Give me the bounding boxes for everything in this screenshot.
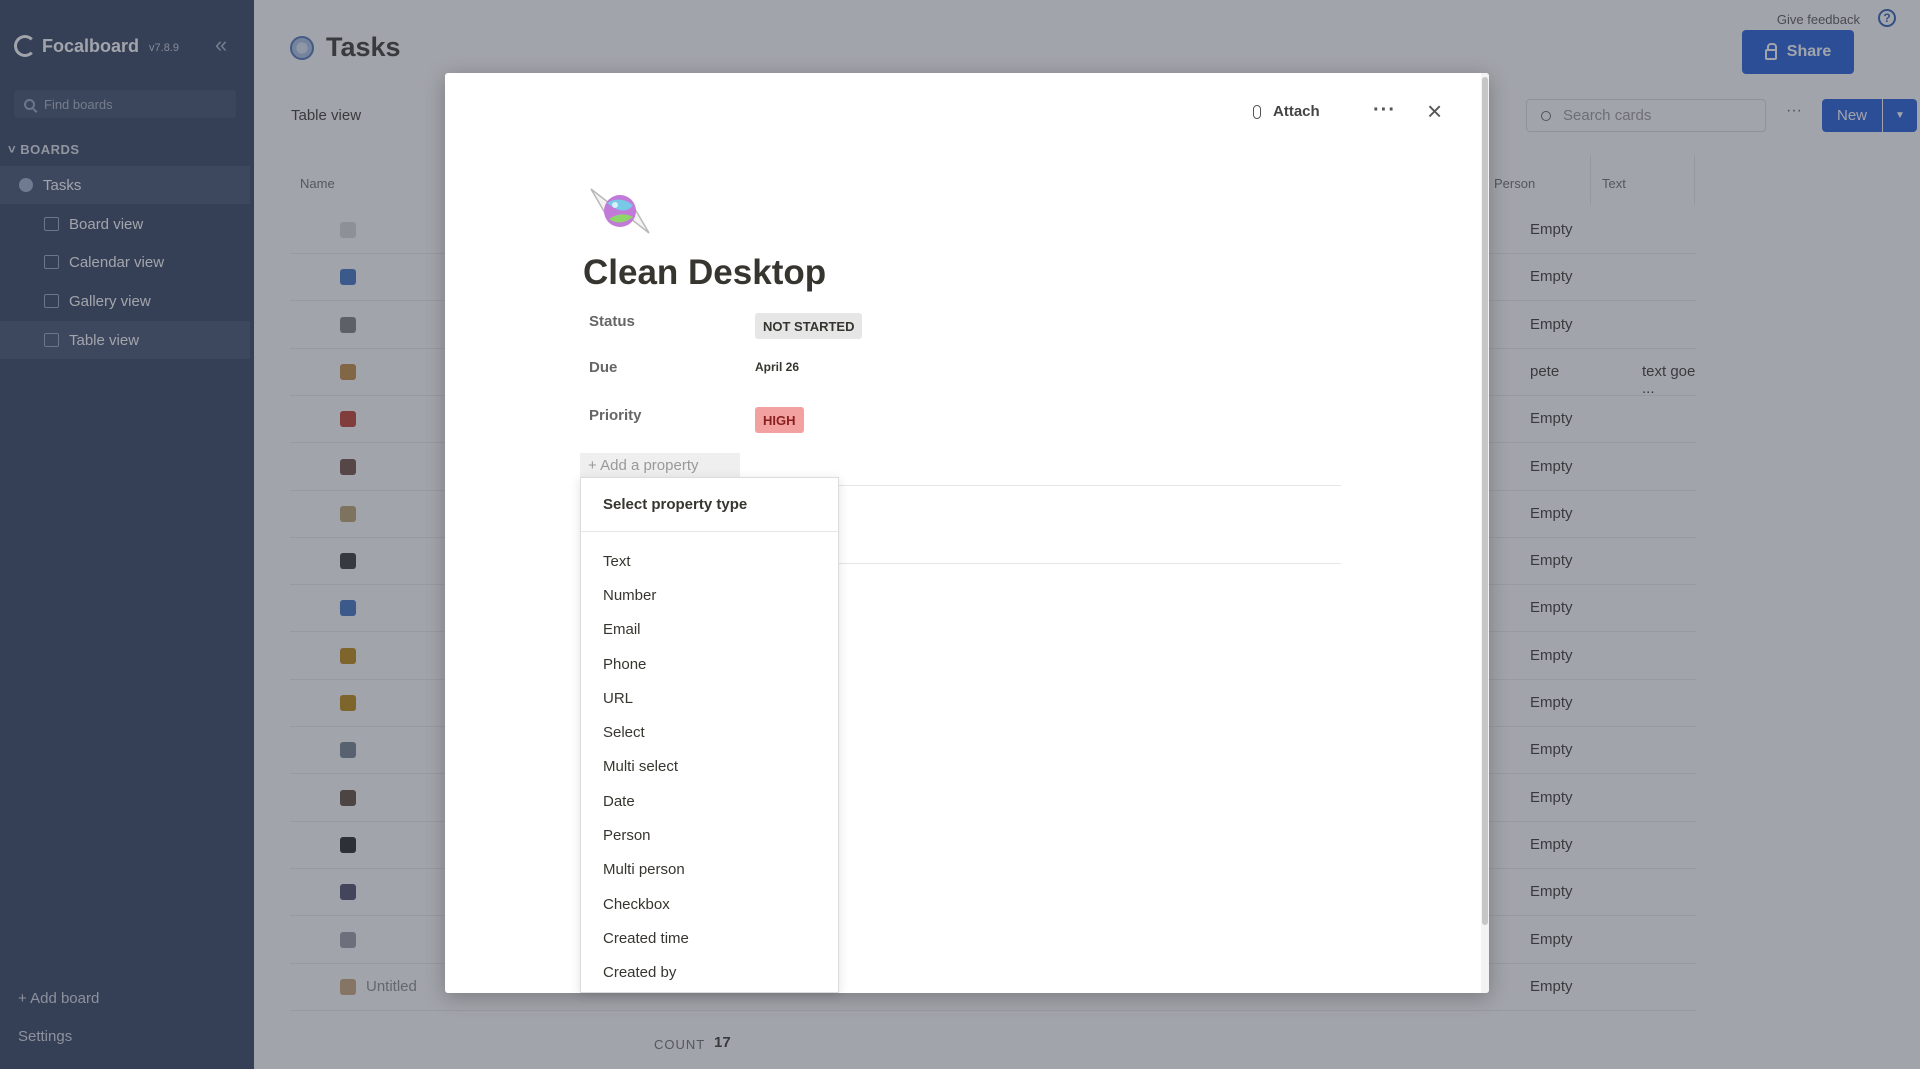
menu-item-multi-select[interactable]: Multi select <box>581 750 838 784</box>
menu-item-created-by[interactable]: Created by <box>581 956 838 990</box>
menu-item-number[interactable]: Number <box>581 578 838 612</box>
paperclip-icon <box>1253 104 1261 119</box>
menu-item-checkbox[interactable]: Checkbox <box>581 887 838 921</box>
menu-item-created-time[interactable]: Created time <box>581 921 838 955</box>
menu-item-date[interactable]: Date <box>581 784 838 818</box>
attach-button[interactable]: Attach <box>1253 103 1320 120</box>
due-date-value[interactable]: April 26 <box>755 360 799 374</box>
priority-badge[interactable]: HIGH <box>755 407 804 433</box>
menu-item-url[interactable]: URL <box>581 681 838 715</box>
close-icon[interactable]: × <box>1427 98 1442 124</box>
property-name-due[interactable]: Due <box>589 359 617 376</box>
add-property-button[interactable]: + Add a property <box>580 453 740 477</box>
attach-label: Attach <box>1273 103 1320 120</box>
candy-icon[interactable] <box>585 183 655 239</box>
menu-item-select[interactable]: Select <box>581 715 838 749</box>
status-badge[interactable]: NOT STARTED <box>755 313 863 339</box>
menu-item-multi-person[interactable]: Multi person <box>581 853 838 887</box>
menu-header: Select property type <box>581 478 838 532</box>
dialog-scrollbar[interactable] <box>1481 73 1489 993</box>
menu-list: Text Number Email Phone URL Select Multi selec… <box>581 532 838 990</box>
card-title[interactable]: Clean Desktop <box>583 253 826 293</box>
menu-item-person[interactable]: Person <box>581 818 838 852</box>
menu-item-email[interactable]: Email <box>581 613 838 647</box>
scrollbar-thumb[interactable] <box>1482 77 1488 925</box>
menu-item-phone[interactable]: Phone <box>581 647 838 681</box>
menu-item-text[interactable]: Text <box>581 544 838 578</box>
property-type-menu: Select property type Text Number Email Phon… <box>580 477 839 993</box>
property-name-priority[interactable]: Priority <box>589 407 642 424</box>
card-more-options-icon[interactable]: ··· <box>1373 99 1396 122</box>
property-name-status[interactable]: Status <box>589 313 635 330</box>
